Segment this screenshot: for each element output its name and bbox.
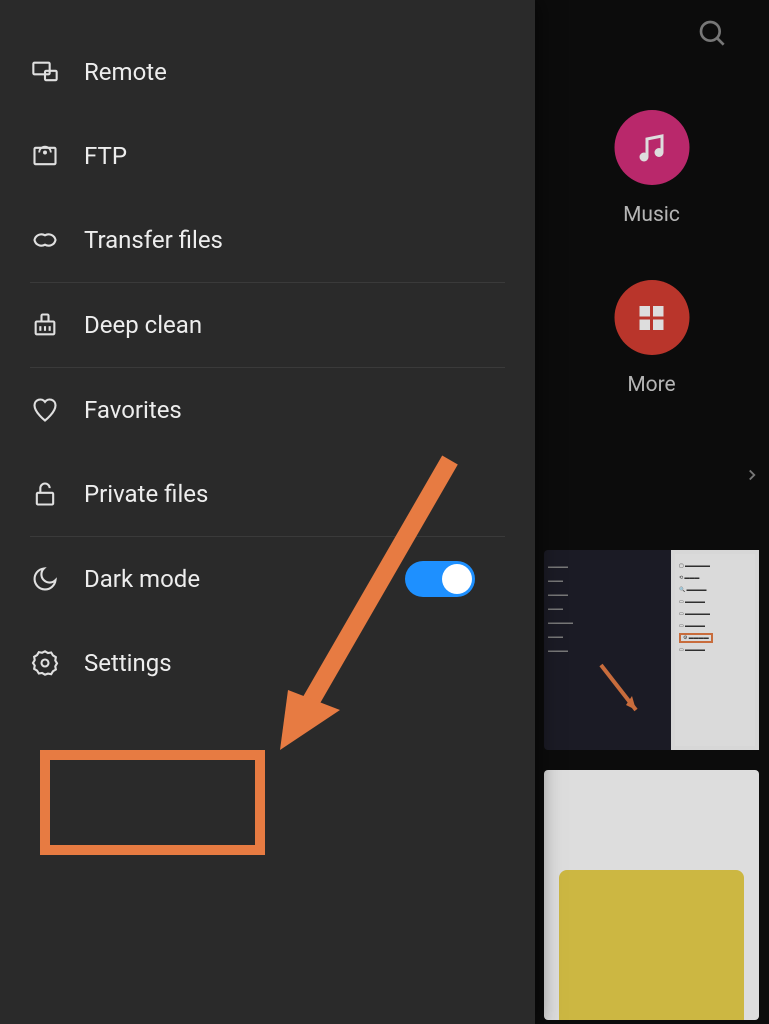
moon-icon xyxy=(30,564,60,594)
more-label: More xyxy=(614,373,689,397)
heart-icon xyxy=(30,395,60,425)
music-label: Music xyxy=(614,203,689,227)
more-icon xyxy=(614,280,689,355)
category-music[interactable]: Music xyxy=(614,110,689,227)
settings-icon xyxy=(30,648,60,678)
menu-item-dark-mode[interactable]: Dark mode xyxy=(0,537,535,621)
menu-label: Deep clean xyxy=(84,311,202,339)
recent-thumbnail-1[interactable]: ▬▬▬▬▬▬▬▬▬▬▬▬▬▬▬▬▬▬▬▬▬▬▬▬▬▬ ▢ ▬▬▬▬▬⟲ ▬▬▬🔍… xyxy=(544,550,759,750)
menu-item-deep-clean[interactable]: Deep clean xyxy=(0,283,535,367)
menu-item-transfer[interactable]: Transfer files xyxy=(0,198,535,282)
recent-thumbnail-2[interactable] xyxy=(544,770,759,1020)
menu-label: Remote xyxy=(84,58,167,86)
music-icon xyxy=(614,110,689,185)
menu-item-settings[interactable]: Settings xyxy=(0,621,535,705)
broom-icon xyxy=(30,310,60,340)
transfer-icon xyxy=(30,225,60,255)
menu-label: Transfer files xyxy=(84,226,223,254)
navigation-drawer: Remote FTP Transfer files Deep clean Fav… xyxy=(0,0,535,1024)
menu-label: Favorites xyxy=(84,396,182,424)
menu-label: Settings xyxy=(84,649,172,677)
ftp-icon xyxy=(30,141,60,171)
menu-label: FTP xyxy=(84,142,127,170)
category-more[interactable]: More xyxy=(614,280,689,397)
remote-icon xyxy=(30,57,60,87)
menu-item-ftp[interactable]: FTP xyxy=(0,114,535,198)
search-icon[interactable] xyxy=(697,18,729,54)
dark-mode-toggle[interactable] xyxy=(405,561,475,597)
menu-item-remote[interactable]: Remote xyxy=(0,30,535,114)
menu-item-favorites[interactable]: Favorites xyxy=(0,368,535,452)
recent-chevron[interactable] xyxy=(541,455,761,495)
menu-label: Dark mode xyxy=(84,565,200,593)
backdrop-content: Music More ▬▬▬▬▬▬▬▬▬▬▬▬▬▬▬▬▬▬▬▬▬▬▬▬▬▬ ▢ … xyxy=(534,0,769,1024)
menu-label: Private files xyxy=(84,480,208,508)
menu-item-private-files[interactable]: Private files xyxy=(0,452,535,536)
lock-icon xyxy=(30,479,60,509)
